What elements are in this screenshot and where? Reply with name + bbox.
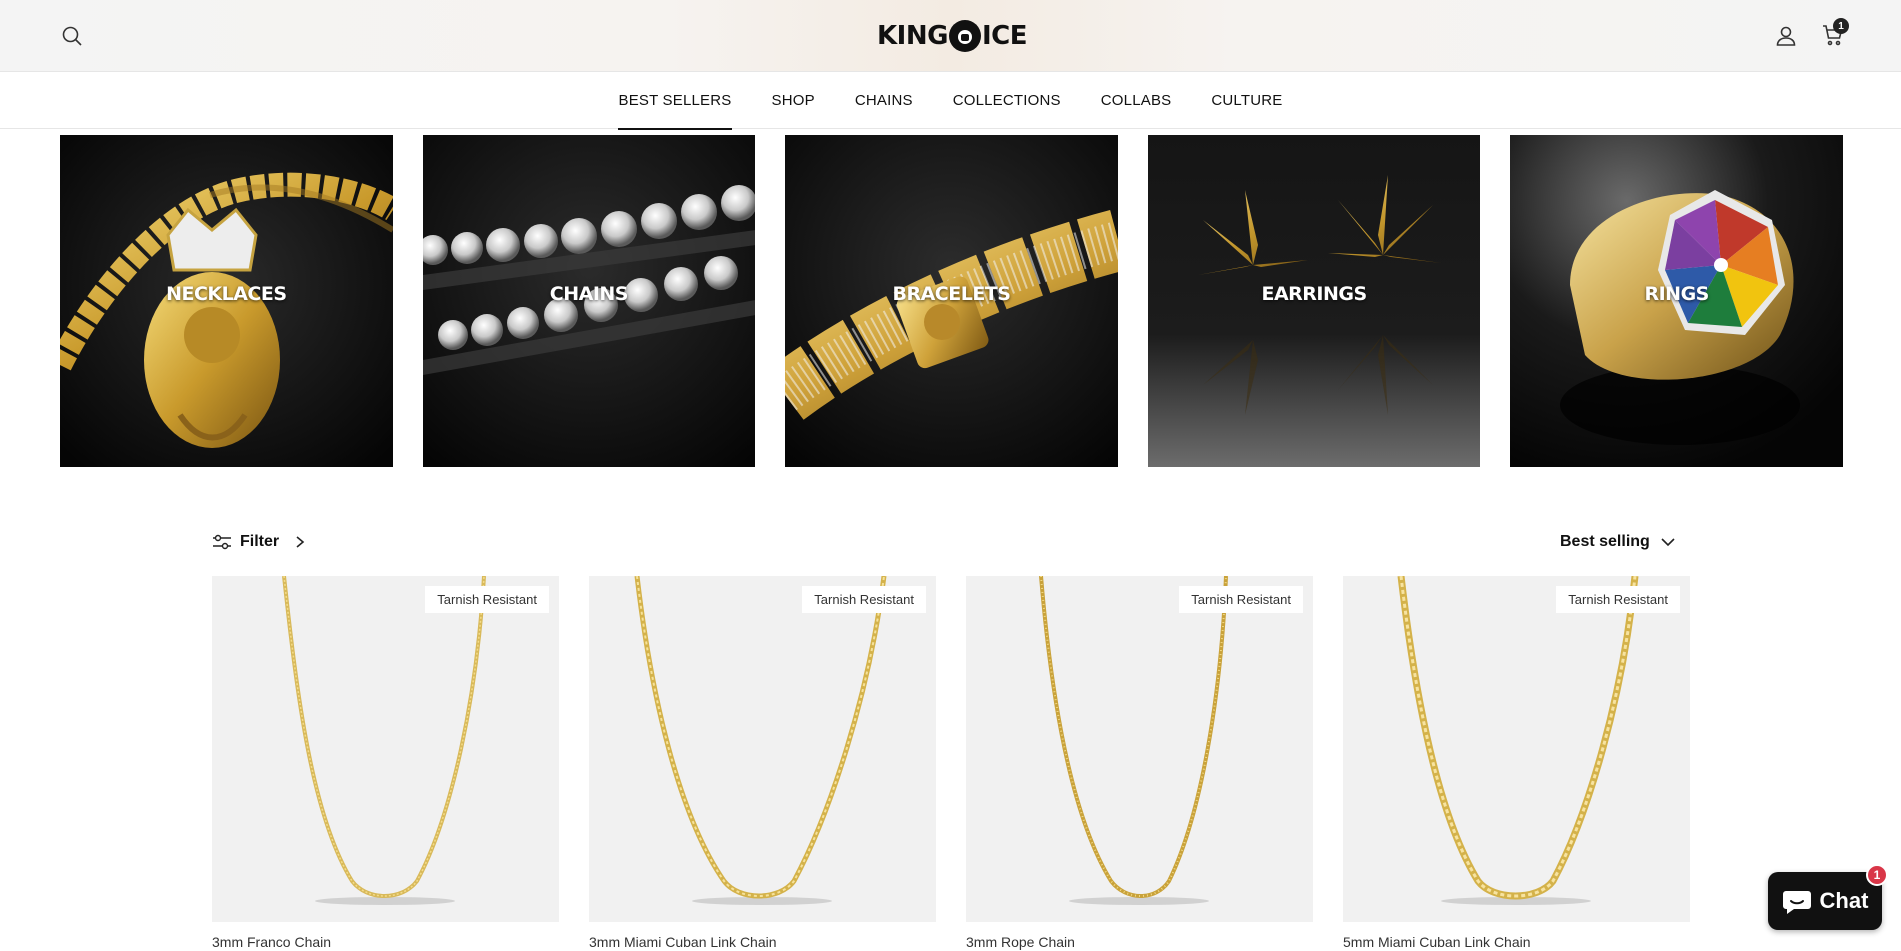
product-image[interactable]: Tarnish Resistant: [1343, 576, 1690, 922]
sort-selected-value: Best selling: [1560, 533, 1650, 550]
product-grid: Tarnish Resistant 3mm Franco Chain Tarni…: [212, 576, 1692, 950]
chat-notification-badge: 1: [1866, 864, 1888, 886]
search-button[interactable]: [56, 20, 88, 52]
nav-item-culture[interactable]: CULTURE: [1191, 72, 1302, 129]
chat-bubble-icon: [1782, 891, 1811, 914]
category-label-earrings: EARRINGS: [1261, 283, 1367, 305]
tarnish-resistant-badge: Tarnish Resistant: [425, 586, 549, 613]
cart-button[interactable]: 1: [1815, 18, 1851, 52]
miami-cuban-5mm-image: [1397, 576, 1639, 905]
product-title[interactable]: 3mm Rope Chain: [966, 934, 1313, 950]
nav-item-shop[interactable]: SHOP: [752, 72, 835, 129]
chat-button[interactable]: Chat 1: [1768, 864, 1888, 930]
category-label-bracelets: BRACELETS: [892, 283, 1011, 305]
account-button[interactable]: [1770, 20, 1802, 52]
search-icon: [62, 26, 82, 46]
tarnish-resistant-badge: Tarnish Resistant: [1556, 586, 1680, 613]
product-card[interactable]: Tarnish Resistant 3mm Rope Chain: [966, 576, 1313, 950]
product-card[interactable]: Tarnish Resistant 5mm Miami Cuban Link C…: [1343, 576, 1690, 950]
category-tile-earrings[interactable]: EARRINGS: [1147, 135, 1481, 467]
category-label-chains: CHAINS: [549, 283, 629, 305]
logo-text-ice: ICE: [981, 21, 1028, 51]
site-logo[interactable]: KING ICE: [876, 16, 1028, 56]
filter-sliders-icon: [213, 534, 231, 550]
filter-label: Filter: [240, 533, 280, 550]
chevron-right-icon: [296, 536, 305, 548]
category-tile-chains[interactable]: CHAINS: [422, 135, 756, 467]
site-header: KING ICE 1: [0, 0, 1901, 72]
category-tiles: NECKLACES CHAINS BRACELETS EARRINGS RING…: [60, 135, 1843, 467]
product-image[interactable]: Tarnish Resistant: [212, 576, 559, 922]
logo-text-king: KING: [877, 21, 948, 51]
nav-item-collabs[interactable]: COLLABS: [1081, 72, 1192, 129]
category-label-necklaces: NECKLACES: [166, 283, 287, 305]
lion-logo-icon: [948, 20, 981, 52]
product-title[interactable]: 3mm Miami Cuban Link Chain: [589, 934, 936, 950]
product-title[interactable]: 3mm Franco Chain: [212, 934, 559, 950]
nav-item-chains[interactable]: CHAINS: [835, 72, 933, 129]
product-card[interactable]: Tarnish Resistant 3mm Miami Cuban Link C…: [589, 576, 936, 950]
tarnish-resistant-badge: Tarnish Resistant: [1179, 586, 1303, 613]
main-nav: BEST SELLERS SHOP CHAINS COLLECTIONS COL…: [0, 72, 1901, 130]
user-icon: [1776, 26, 1796, 46]
franco-chain-image: [282, 576, 486, 905]
miami-cuban-3mm-image: [634, 576, 887, 905]
category-tile-bracelets[interactable]: BRACELETS: [785, 135, 1118, 467]
sort-dropdown[interactable]: Best selling: [1560, 530, 1676, 554]
rope-chain-image: [1039, 576, 1228, 905]
nav-item-collections[interactable]: COLLECTIONS: [933, 72, 1081, 129]
category-tile-rings[interactable]: RINGS: [1510, 135, 1843, 467]
product-image[interactable]: Tarnish Resistant: [966, 576, 1313, 922]
tarnish-resistant-badge: Tarnish Resistant: [802, 586, 926, 613]
category-tile-necklaces[interactable]: NECKLACES: [60, 135, 393, 467]
product-card[interactable]: Tarnish Resistant 3mm Franco Chain: [212, 576, 559, 950]
nav-item-best-sellers[interactable]: BEST SELLERS: [598, 72, 751, 130]
filter-button[interactable]: Filter: [212, 530, 307, 554]
category-label-rings: RINGS: [1644, 283, 1709, 305]
product-title[interactable]: 5mm Miami Cuban Link Chain: [1343, 934, 1690, 950]
chat-label: Chat: [1819, 888, 1869, 913]
cart-count-badge: 1: [1833, 18, 1849, 34]
product-image[interactable]: Tarnish Resistant: [589, 576, 936, 922]
chevron-down-icon: [1661, 538, 1675, 547]
